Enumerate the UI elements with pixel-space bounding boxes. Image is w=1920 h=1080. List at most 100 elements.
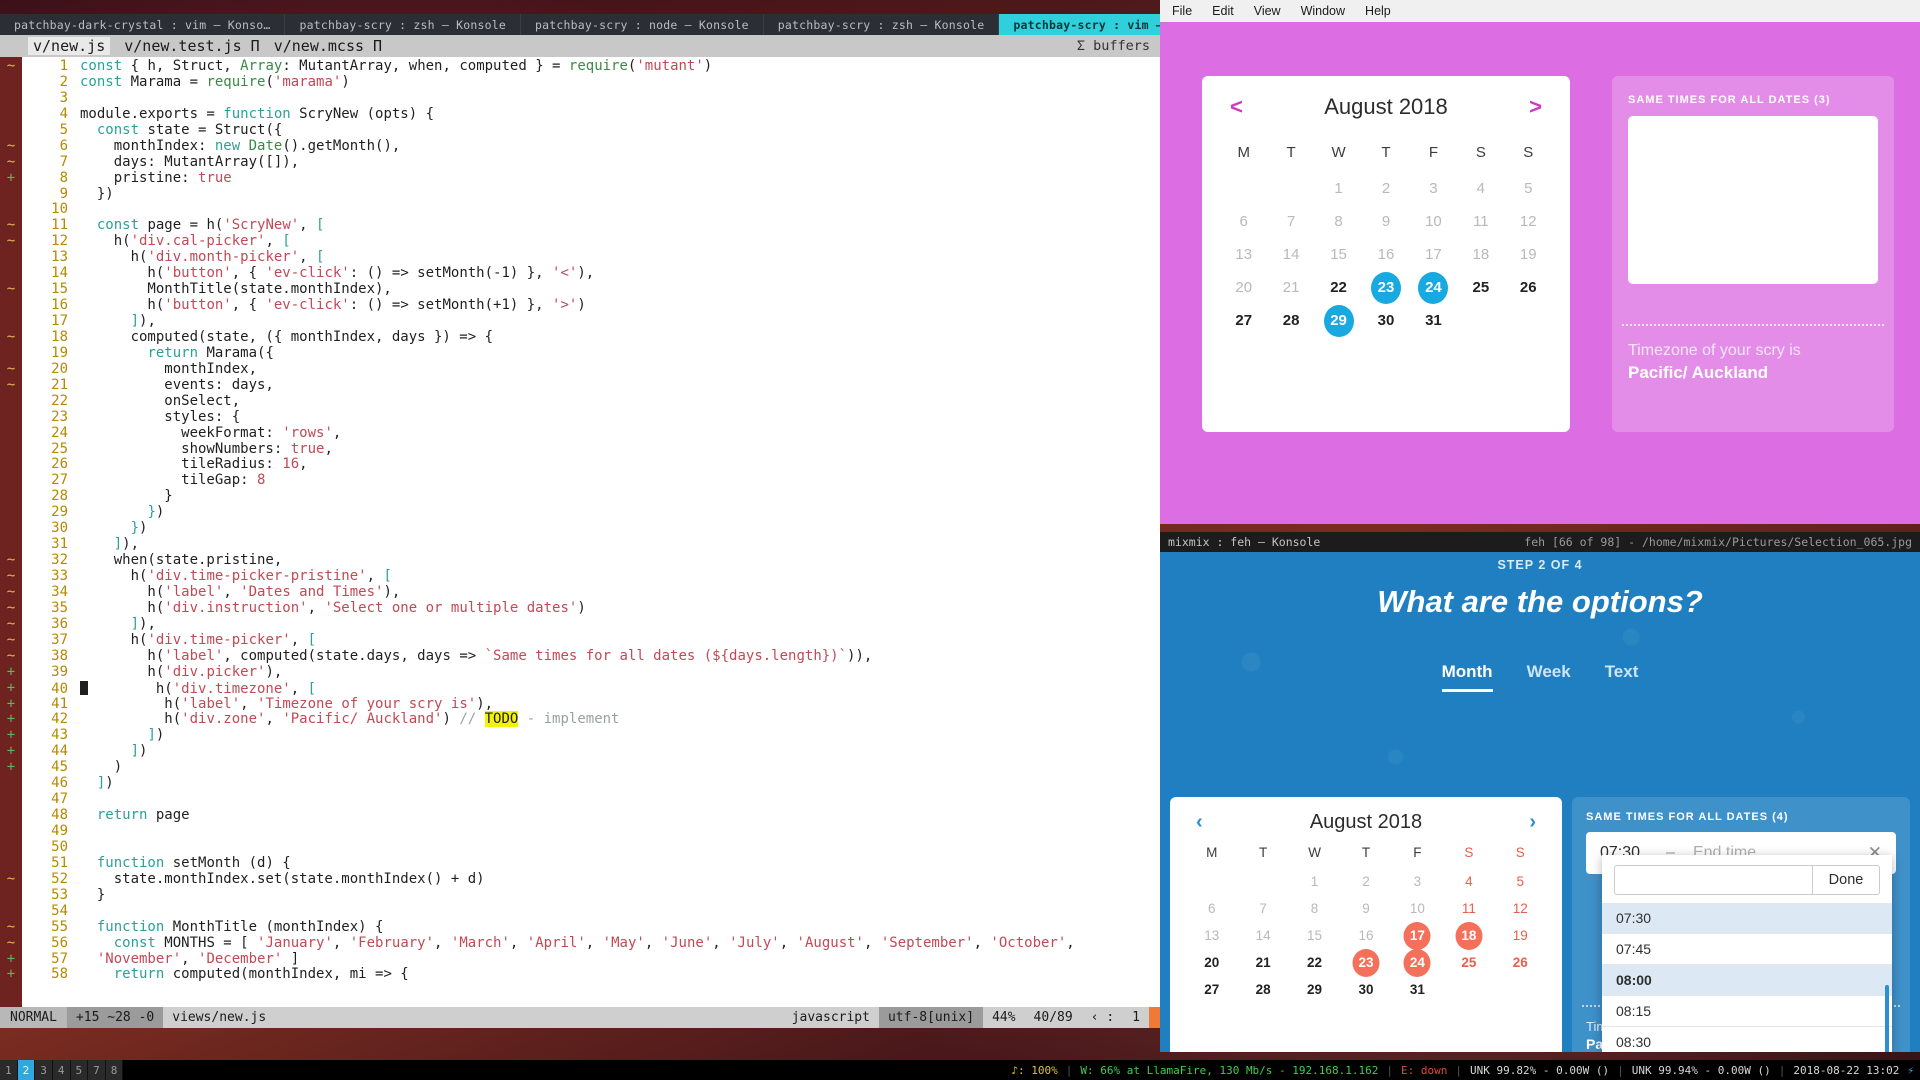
- calendar-day[interactable]: 7: [1267, 206, 1314, 237]
- calendar-day[interactable]: 30: [1362, 305, 1409, 336]
- vim-code-line[interactable]: 52 state.monthIndex.set(state.monthIndex…: [22, 871, 1160, 888]
- vim-code-line[interactable]: 24 weekFormat: 'rows',: [22, 425, 1160, 442]
- calendar-day[interactable]: 25: [1457, 272, 1504, 303]
- vim-code-line[interactable]: 7 days: MutantArray([]),: [22, 154, 1160, 171]
- menu-window[interactable]: Window: [1301, 4, 1345, 18]
- calendar-day[interactable]: 23: [1340, 950, 1391, 975]
- calendar-day[interactable]: 3: [1392, 869, 1443, 894]
- calendar-day[interactable]: 15: [1289, 923, 1340, 948]
- calendar-day[interactable]: 25: [1443, 950, 1494, 975]
- calendar-day[interactable]: 22: [1315, 272, 1362, 303]
- calendar-day[interactable]: 19: [1505, 239, 1552, 270]
- calendar-day[interactable]: 16: [1362, 239, 1409, 270]
- time-search-input[interactable]: [1614, 865, 1812, 895]
- workspace-3[interactable]: 3: [35, 1060, 53, 1080]
- calendar-day[interactable]: 2: [1362, 173, 1409, 204]
- calendar-day[interactable]: 8: [1289, 896, 1340, 921]
- menu-view[interactable]: View: [1254, 4, 1281, 18]
- calendar-day[interactable]: 2: [1340, 869, 1391, 894]
- vim-code-line[interactable]: 37 h('div.time-picker', [: [22, 632, 1160, 649]
- calendar-day[interactable]: 5: [1505, 173, 1552, 204]
- vim-code-line[interactable]: 29 }): [22, 504, 1160, 521]
- calendar-day[interactable]: 9: [1340, 896, 1391, 921]
- done-button[interactable]: Done: [1812, 865, 1880, 895]
- vim-code-line[interactable]: 21 events: days,: [22, 377, 1160, 394]
- calendar-day[interactable]: 1: [1315, 173, 1362, 204]
- calendar-day[interactable]: 13: [1186, 923, 1237, 948]
- time-option-list[interactable]: 07:3007:4508:0008:1508:3008:45: [1602, 903, 1892, 1052]
- calendar-day[interactable]: 29: [1315, 305, 1362, 336]
- workspace-switcher[interactable]: 1234578: [0, 1060, 124, 1080]
- vim-code-line[interactable]: 40 h('div.timezone', [: [22, 680, 1160, 697]
- workspace-5[interactable]: 5: [70, 1060, 89, 1080]
- calendar-day[interactable]: 9: [1362, 206, 1409, 237]
- vim-code-line[interactable]: 42 h('div.zone', 'Pacific/ Auckland') //…: [22, 711, 1160, 728]
- prev-month-icon[interactable]: <: [1230, 94, 1243, 120]
- vim-buffer-1[interactable]: v/new.test.js Π: [124, 37, 259, 55]
- calendar-day[interactable]: 6: [1186, 896, 1237, 921]
- calendar-day[interactable]: 18: [1443, 923, 1494, 948]
- calendar-day[interactable]: 5: [1495, 869, 1546, 894]
- tab-text[interactable]: Text: [1605, 662, 1639, 692]
- vim-code-line[interactable]: 49: [22, 823, 1160, 840]
- calendar-day[interactable]: 26: [1505, 272, 1552, 303]
- calendar-day[interactable]: 24: [1392, 950, 1443, 975]
- vim-code-line[interactable]: 5 const state = Struct({: [22, 122, 1160, 139]
- workspace-8[interactable]: 8: [105, 1060, 124, 1080]
- calendar-day[interactable]: 28: [1267, 305, 1314, 336]
- vim-code-line[interactable]: 10: [22, 201, 1160, 218]
- konsole-tab-1[interactable]: patchbay-scry : zsh — Konsole: [285, 14, 522, 35]
- vim-code-line[interactable]: 35 h('div.instruction', 'Select one or m…: [22, 600, 1160, 617]
- calendar-day[interactable]: 19: [1495, 923, 1546, 948]
- time-option[interactable]: 08:15: [1602, 996, 1892, 1027]
- workspace-7[interactable]: 7: [88, 1060, 106, 1080]
- calendar-day[interactable]: 29: [1289, 977, 1340, 1002]
- blue-tab-bar[interactable]: Month Week Text: [1160, 662, 1920, 692]
- calendar-day[interactable]: 17: [1392, 923, 1443, 948]
- blue-calendar-grid[interactable]: M T W T F S S 1 2 3 4 5 6 7 8 9 10 11 12 13 14 15 16 17 18 19 20 21…: [1170, 836, 1562, 1002]
- dropdown-scrollbar[interactable]: [1885, 985, 1889, 1052]
- calendar-day[interactable]: 26: [1495, 950, 1546, 975]
- calendar-day[interactable]: 11: [1443, 896, 1494, 921]
- calendar-day[interactable]: 15: [1315, 239, 1362, 270]
- tab-month[interactable]: Month: [1441, 662, 1493, 692]
- vim-code-line[interactable]: 58 return computed(monthIndex, mi => {: [22, 966, 1160, 983]
- workspace-1[interactable]: 1: [0, 1060, 18, 1080]
- konsole-tab-2[interactable]: patchbay-scry : node — Konsole: [521, 14, 764, 35]
- vim-buffer-0[interactable]: v/new.js: [28, 37, 111, 55]
- vim-code-line[interactable]: 18 computed(state, ({ monthIndex, days }…: [22, 329, 1160, 346]
- vim-code-area[interactable]: 1 const { h, Struct, Array: MutantArray, …: [22, 57, 1160, 1007]
- vim-code-line[interactable]: 56 const MONTHS = [ 'January', 'February…: [22, 935, 1160, 952]
- calendar-day[interactable]: 17: [1410, 239, 1457, 270]
- vim-code-line[interactable]: 15 MonthTitle(state.monthIndex),: [22, 281, 1160, 298]
- vim-code-line[interactable]: 28 }: [22, 488, 1160, 505]
- vim-code-line[interactable]: 41 h('label', 'Timezone of your scry is'…: [22, 696, 1160, 713]
- workspace-4[interactable]: 4: [52, 1060, 71, 1080]
- calendar-day[interactable]: 10: [1392, 896, 1443, 921]
- vim-code-line[interactable]: 13 h('div.month-picker', [: [22, 249, 1160, 266]
- calendar-day[interactable]: 7: [1237, 896, 1288, 921]
- calendar-day[interactable]: 14: [1237, 923, 1288, 948]
- vim-code-line[interactable]: 30 }): [22, 520, 1160, 537]
- calendar-day[interactable]: 21: [1267, 272, 1314, 303]
- prev-month-icon[interactable]: ‹: [1196, 811, 1203, 834]
- calendar-day[interactable]: 14: [1267, 239, 1314, 270]
- vim-code-line[interactable]: 47: [22, 791, 1160, 808]
- vim-buffer-line[interactable]: v/new.js v/new.test.js Π v/new.mcss Π Σ …: [0, 35, 1160, 57]
- vim-code-line[interactable]: 16 h('button', { 'ev-click': () => setMo…: [22, 297, 1160, 314]
- time-option[interactable]: 08:30: [1602, 1027, 1892, 1052]
- calendar-day[interactable]: 3: [1410, 173, 1457, 204]
- vim-code-line[interactable]: 25 showNumbers: true,: [22, 441, 1160, 458]
- vim-code-line[interactable]: 32 when(state.pristine,: [22, 552, 1160, 569]
- vim-code-line[interactable]: 57 'November', 'December' ]: [22, 951, 1160, 968]
- calendar-day[interactable]: 20: [1186, 950, 1237, 975]
- calendar-day[interactable]: 11: [1457, 206, 1504, 237]
- konsole-tab-bar[interactable]: patchbay-dark-crystal : vim — Konso… pat…: [0, 14, 1235, 35]
- calendar-day[interactable]: 16: [1340, 923, 1391, 948]
- vim-code-line[interactable]: 23 styles: {: [22, 409, 1160, 426]
- workspace-2[interactable]: 2: [17, 1060, 36, 1080]
- calendar-day[interactable]: 27: [1186, 977, 1237, 1002]
- calendar-day[interactable]: 10: [1410, 206, 1457, 237]
- time-dropdown-panel[interactable]: Done 07:3007:4508:0008:1508:3008:45: [1602, 855, 1892, 1052]
- vim-code-line[interactable]: 44 ]): [22, 743, 1160, 760]
